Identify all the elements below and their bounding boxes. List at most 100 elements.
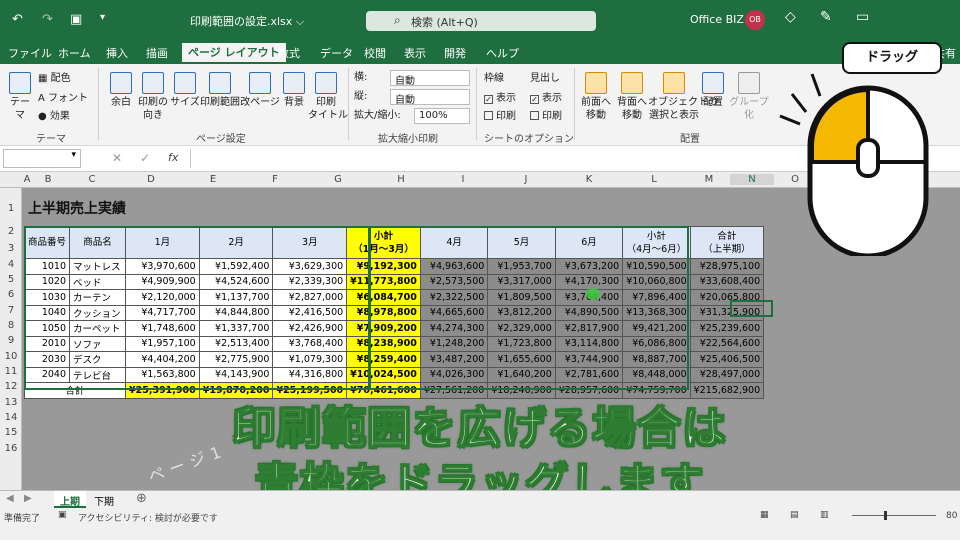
gridlines-view-checkbox[interactable]: ✓ 表示 (484, 92, 516, 105)
table-cell[interactable]: ¥4,143,900 (198, 366, 274, 383)
table-cell[interactable]: クッション (69, 304, 127, 321)
table-cell[interactable]: ベッド (69, 273, 127, 290)
table-cell[interactable]: ¥1,957,100 (125, 335, 200, 352)
zoom-level[interactable]: 80 (946, 511, 957, 521)
table-cell[interactable]: ¥2,573,500 (419, 273, 489, 290)
tab-view[interactable]: 表示 (404, 45, 426, 61)
headings-print-checkbox[interactable]: 印刷 (530, 110, 562, 123)
height-select[interactable]: 自動 (390, 89, 470, 106)
table-cell[interactable]: ¥2,781,600 (554, 366, 624, 383)
table-cell[interactable]: ¥10,060,800 (622, 273, 691, 290)
row-header[interactable]: 10 (0, 351, 22, 362)
enter-icon[interactable]: ✓ (140, 151, 150, 165)
column-header[interactable]: J (494, 174, 558, 185)
table-cell[interactable]: ¥4,665,600 (419, 304, 489, 321)
table-cell[interactable]: ¥6,086,800 (622, 335, 691, 352)
add-sheet-icon[interactable]: ⊕ (136, 491, 147, 506)
table-cell[interactable]: ¥2,817,900 (554, 320, 624, 337)
fonts-button[interactable]: A フォント (38, 92, 88, 105)
column-header[interactable]: D (120, 174, 182, 185)
table-cell[interactable]: ¥4,717,700 (125, 304, 200, 321)
tab-help[interactable]: ヘルプ (486, 45, 519, 61)
themes-button[interactable]: テーマ (6, 72, 34, 122)
table-cell[interactable]: ¥3,629,300 (272, 258, 348, 275)
table-cell[interactable]: ソファ (69, 335, 127, 352)
table-cell[interactable]: ¥7,909,200 (346, 320, 421, 337)
column-header-cell[interactable]: 1月 (125, 226, 200, 259)
tab-next-icon[interactable]: ▶ (24, 493, 32, 504)
table-cell[interactable]: ¥1,640,200 (487, 366, 556, 383)
search-input[interactable]: ⌕ 検索 (Alt+Q) (366, 11, 596, 31)
table-cell[interactable]: ¥4,963,600 (419, 258, 489, 275)
table-cell[interactable]: ¥3,673,200 (554, 258, 624, 275)
table-cell[interactable]: ¥2,339,300 (272, 273, 348, 290)
table-cell[interactable]: ¥3,487,200 (419, 351, 489, 368)
scale-input[interactable]: 100% (414, 108, 470, 124)
column-header-cell[interactable]: 3月 (272, 226, 348, 259)
row-header[interactable]: 7 (0, 305, 22, 316)
table-cell[interactable]: ¥28,975,100 (689, 258, 765, 275)
table-cell[interactable]: ¥1,748,600 (125, 320, 200, 337)
table-cell[interactable]: 1020 (23, 273, 71, 290)
table-cell[interactable]: ¥1,248,200 (419, 335, 489, 352)
row-header[interactable]: 1 (0, 203, 22, 214)
table-cell[interactable]: ¥3,812,200 (487, 304, 556, 321)
row-header[interactable]: 8 (0, 320, 22, 331)
sheet-tab-second-half[interactable]: 下期 (88, 491, 120, 508)
table-cell[interactable]: ¥2,416,500 (272, 304, 348, 321)
formula-input[interactable] (190, 149, 790, 168)
tab-developer[interactable]: 開発 (444, 45, 466, 61)
cancel-icon[interactable]: ✕ (112, 151, 122, 165)
column-header[interactable]: B (32, 174, 64, 185)
selected-cell[interactable] (730, 300, 773, 317)
tab-page-layout[interactable]: ページ レイアウト (182, 43, 286, 64)
table-cell[interactable]: ¥2,513,400 (198, 335, 274, 352)
accessibility-status[interactable]: アクセシビリティ: 検討が必要です (78, 511, 218, 524)
page-break-view-icon[interactable]: ▥ (820, 510, 829, 520)
table-cell[interactable]: ¥1,337,700 (198, 320, 274, 337)
column-header[interactable]: I (432, 174, 494, 185)
table-cell[interactable]: ¥33,608,400 (689, 273, 765, 290)
headings-view-checkbox[interactable]: ✓ 表示 (530, 92, 562, 105)
effects-button[interactable]: ● 効果 (38, 110, 70, 123)
column-header[interactable]: G (306, 174, 370, 185)
normal-view-icon[interactable]: ▦ (760, 510, 769, 520)
table-cell[interactable]: 1010 (23, 258, 71, 275)
table-cell[interactable]: ¥9,192,300 (346, 258, 421, 275)
column-header-cell[interactable]: 6月 (554, 226, 624, 259)
insert-function-icon[interactable]: fx (168, 151, 178, 164)
table-cell[interactable]: ¥3,970,600 (125, 258, 200, 275)
table-cell[interactable]: ¥2,120,000 (125, 289, 200, 306)
table-cell[interactable]: ¥2,322,500 (419, 289, 489, 306)
tab-file[interactable]: ファイル (8, 45, 52, 61)
row-header[interactable]: 3 (0, 243, 22, 254)
column-header[interactable]: K (558, 174, 620, 185)
table-cell[interactable]: ¥3,744,900 (554, 351, 624, 368)
table-cell[interactable]: ¥1,655,600 (487, 351, 556, 368)
column-header[interactable]: C (64, 174, 120, 185)
table-cell[interactable]: ¥2,827,000 (272, 289, 348, 306)
size-button[interactable]: サイズ (170, 72, 200, 109)
file-name[interactable]: 印刷範囲の設定.xlsx ⌵ (190, 13, 304, 29)
macro-icon[interactable]: ▣ (58, 510, 67, 520)
table-cell[interactable]: ¥4,909,900 (125, 273, 200, 290)
row-header[interactable]: 6 (0, 289, 22, 300)
table-cell[interactable]: ¥2,329,000 (487, 320, 556, 337)
column-header[interactable]: E (182, 174, 244, 185)
pen-icon[interactable]: ✎ (820, 9, 832, 25)
redo-icon[interactable]: ↷ (42, 12, 53, 27)
tab-draw[interactable]: 描画 (146, 45, 168, 61)
table-cell[interactable]: ¥1,953,700 (487, 258, 556, 275)
table-cell[interactable]: カーテン (69, 289, 127, 306)
row-header[interactable]: 4 (0, 259, 22, 270)
table-cell[interactable]: ¥4,170,300 (554, 273, 624, 290)
table-cell[interactable]: ¥8,448,000 (622, 366, 691, 383)
table-cell[interactable]: ¥4,026,300 (419, 366, 489, 383)
table-cell[interactable]: ¥2,775,900 (198, 351, 274, 368)
selection-pane-button[interactable]: オブジェクトの 選択と表示 (648, 72, 718, 122)
table-cell[interactable]: ¥1,137,700 (198, 289, 274, 306)
table-cell[interactable]: ¥8,259,400 (346, 351, 421, 368)
table-cell[interactable]: ¥6,084,700 (346, 289, 421, 306)
table-cell[interactable]: ¥4,274,300 (419, 320, 489, 337)
column-header-cell[interactable]: 小計 （4月～6月） (622, 226, 691, 259)
